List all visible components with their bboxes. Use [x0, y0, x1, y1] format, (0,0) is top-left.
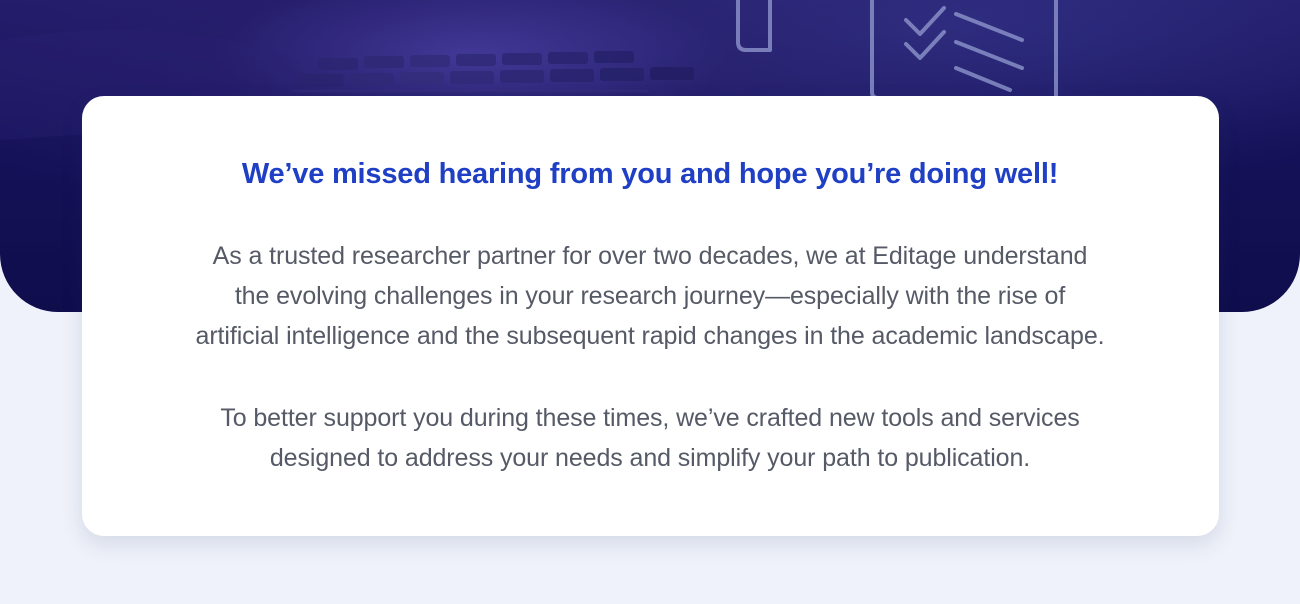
page: We’ve missed hearing from you and hope y… [0, 0, 1300, 604]
support-paragraph: To better support you during these times… [0, 398, 1300, 478]
intro-paragraph-line: As a trusted researcher partner for over… [212, 242, 1088, 270]
intro-paragraph-line: artificial intelligence and the subseque… [195, 322, 1105, 350]
keyboard-keys [290, 51, 694, 96]
support-paragraph-line: To better support you during these times… [220, 404, 1080, 432]
intro-paragraph: As a trusted researcher partner for over… [0, 236, 1300, 356]
support-paragraph-line: designed to address your needs and simpl… [269, 444, 1031, 472]
card-headline: We’ve missed hearing from you and hope y… [241, 158, 1059, 190]
checklist-document-icon [736, 0, 1058, 100]
intro-paragraph-line: the evolving challenges in your research… [234, 282, 1066, 310]
